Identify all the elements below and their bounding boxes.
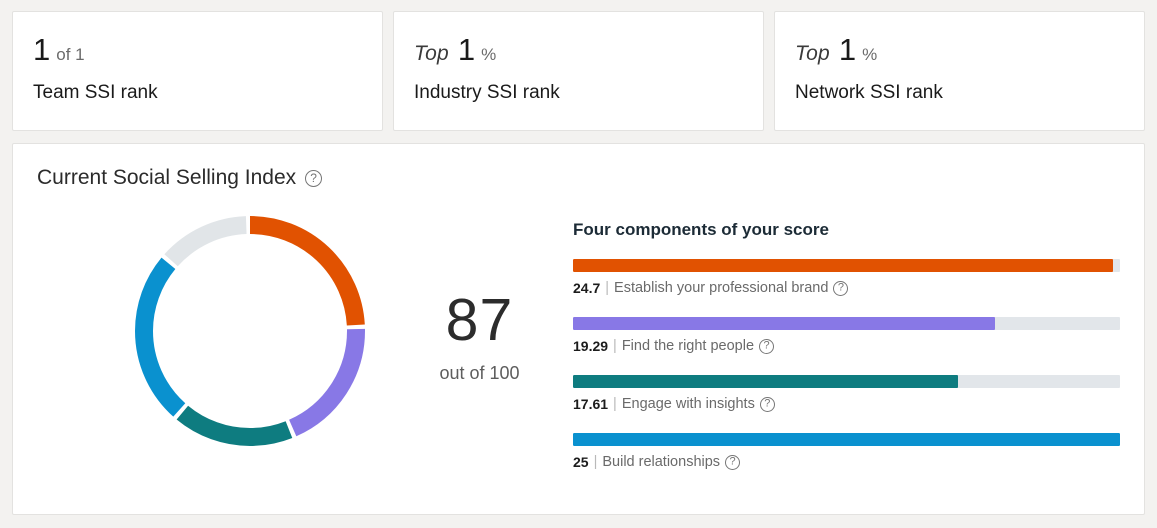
component-bar-fill	[573, 433, 1120, 446]
rank-value-line: 1 of 1	[33, 34, 362, 76]
rank-number: 1	[457, 32, 476, 67]
question-mark-circle-icon[interactable]	[305, 169, 323, 187]
component-label: 17.61 | Engage with insights	[573, 396, 1120, 412]
component-score: 24.7	[573, 280, 601, 296]
component-label: 19.29 | Find the right people	[573, 338, 1120, 354]
rank-suffix: of 1	[56, 45, 85, 64]
component-score: 19.29	[573, 338, 609, 354]
component-separator: |	[613, 396, 617, 412]
question-mark-circle-icon[interactable]	[833, 280, 849, 296]
components-section: Four components of your score 24.7 | Estab…	[573, 196, 1120, 496]
component-separator: |	[605, 280, 610, 296]
ssi-score-value: 87	[445, 287, 514, 353]
ssi-dashboard: 1 of 1 Team SSI rank Top 1 % Industry SS…	[0, 0, 1157, 528]
component-bar-fill	[573, 317, 996, 330]
component-label: 24.7 | Establish your professional brand	[573, 280, 1120, 296]
rank-suffix: %	[862, 45, 878, 64]
rank-prefix: Top	[795, 42, 830, 65]
component-name: Build relationships	[602, 454, 721, 470]
rank-cards-row: 1 of 1 Team SSI rank Top 1 % Industry SS…	[12, 11, 1145, 131]
rank-label: Network SSI rank	[795, 82, 943, 103]
components-list: 24.7|Establish your professional brand19…	[573, 259, 1120, 470]
rank-number: 1	[838, 32, 857, 67]
current-ssi-panel: Current Social Selling Index 87 out of 1…	[12, 143, 1145, 515]
component-score: 17.61	[573, 396, 609, 412]
rank-value-line: Top 1 %	[414, 34, 743, 76]
component-score: 25	[573, 454, 589, 470]
rank-label: Industry SSI rank	[414, 82, 560, 103]
panel-body: 87 out of 100 Four components of your sc…	[37, 196, 1120, 496]
rank-suffix: %	[481, 45, 497, 64]
components-heading: Four components of your score	[573, 220, 829, 239]
ssi-score-block: 87 out of 100	[397, 291, 562, 384]
component-bar-track	[573, 433, 1120, 446]
component-item: 24.7 | Establish your professional brand	[573, 259, 1120, 296]
component-bar-track	[573, 317, 1120, 330]
donut-svg	[135, 216, 365, 446]
component-name: Find the right people	[621, 338, 755, 354]
question-mark-circle-icon[interactable]	[759, 396, 775, 412]
rank-prefix: Top	[414, 42, 449, 65]
donut-chart-section: 87 out of 100	[37, 196, 573, 496]
industry-ssi-rank-card: Top 1 % Industry SSI rank	[393, 11, 764, 131]
component-separator: |	[613, 338, 617, 354]
component-item: 19.29 | Find the right people	[573, 317, 1120, 354]
component-name: Establish your professional brand	[614, 280, 829, 296]
component-bar-track	[573, 375, 1120, 388]
page-title: Current Social Selling Index	[37, 166, 297, 189]
question-mark-circle-icon[interactable]	[759, 338, 775, 354]
component-bar-fill	[573, 259, 1114, 272]
component-separator: |	[593, 454, 598, 470]
rank-label: Team SSI rank	[33, 82, 158, 103]
ssi-score-caption: out of 100	[439, 363, 520, 383]
component-label: 25 | Build relationships	[573, 454, 1120, 470]
component-item: 25 | Build relationships	[573, 433, 1120, 470]
rank-value-line: Top 1 %	[795, 34, 1124, 76]
network-ssi-rank-card: Top 1 % Network SSI rank	[774, 11, 1145, 131]
component-bar-fill	[573, 375, 959, 388]
component-bar-track	[573, 259, 1120, 272]
ssi-donut-chart	[125, 206, 375, 456]
rank-number: 1	[33, 32, 51, 67]
component-item: 17.61 | Engage with insights	[573, 375, 1120, 412]
question-mark-circle-icon[interactable]	[725, 454, 741, 470]
team-ssi-rank-card: 1 of 1 Team SSI rank	[12, 11, 383, 131]
panel-header: Current Social Selling Index	[37, 166, 1120, 190]
component-name: Engage with insights	[621, 396, 755, 412]
